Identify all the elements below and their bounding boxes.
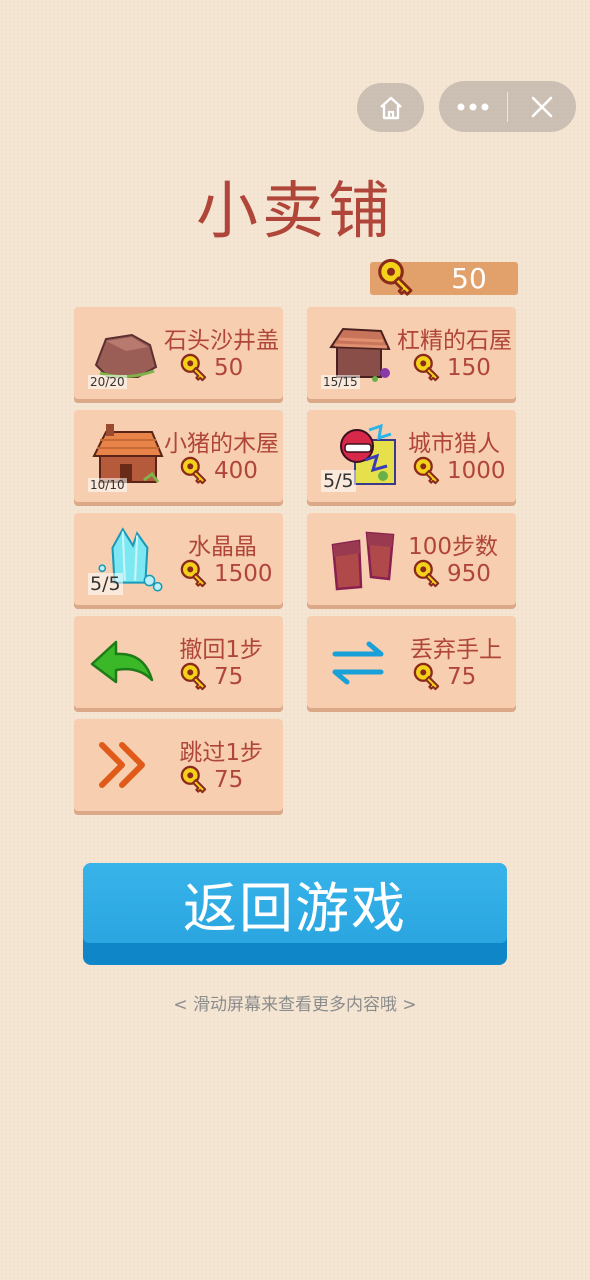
- item-price: 50: [180, 353, 243, 383]
- shop-item-100-steps[interactable]: 100步数 950: [307, 513, 516, 605]
- shop-item-stone-house[interactable]: 15/15 杠精的石屋 150: [307, 307, 516, 399]
- item-name: 城市猎人: [408, 431, 500, 457]
- item-price: 150: [413, 353, 491, 383]
- capsule-menu: [439, 81, 576, 132]
- close-icon: [531, 96, 553, 117]
- key-icon: [413, 662, 440, 691]
- item-price: 950: [413, 559, 491, 589]
- shop-item-skip[interactable]: 跳过1步 75: [74, 719, 283, 811]
- swap-arrows-icon: [332, 641, 384, 685]
- item-name: 石头沙井盖: [164, 328, 279, 354]
- item-price-value: 50: [214, 355, 244, 381]
- key-icon: [180, 765, 207, 794]
- back-to-game-label: 返回游戏: [83, 863, 507, 943]
- item-price: 75: [413, 662, 476, 692]
- item-stock: 15/15: [321, 375, 360, 389]
- item-price: 75: [180, 765, 243, 795]
- scroll-hint: < 滑动屏幕来查看更多内容哦 >: [173, 995, 417, 1015]
- key-icon: [180, 456, 207, 485]
- close-button[interactable]: [508, 81, 576, 132]
- item-name: 跳过1步: [179, 740, 263, 766]
- key-balance-value: 50: [451, 262, 487, 295]
- shop-item-undo[interactable]: 撤回1步 75: [74, 616, 283, 708]
- home-button[interactable]: [357, 83, 424, 132]
- undo-arrow-icon: [90, 640, 154, 684]
- key-icon: [378, 258, 413, 296]
- item-price-value: 75: [447, 664, 477, 690]
- footprints-icon: [331, 531, 395, 591]
- shop-item-crystal[interactable]: 5/5 水晶晶 1500: [74, 513, 283, 605]
- item-price-value: 1000: [447, 458, 506, 484]
- item-stock: 5/5: [321, 470, 356, 492]
- item-name: 杠精的石屋: [397, 328, 512, 354]
- shop-item-stone-cover[interactable]: 20/20 石头沙井盖 50: [74, 307, 283, 399]
- item-price: 75: [180, 662, 243, 692]
- key-icon: [413, 353, 440, 382]
- page-title: 小卖铺: [195, 174, 394, 247]
- item-name: 水晶晶: [188, 534, 257, 560]
- key-icon: [180, 353, 207, 382]
- item-price-value: 75: [214, 664, 244, 690]
- item-price: 1500: [180, 559, 273, 589]
- key-icon: [180, 662, 207, 691]
- item-name: 撤回1步: [179, 637, 263, 663]
- item-name: 丢弃手上: [410, 637, 502, 663]
- item-name: 小猪的木屋: [164, 431, 279, 457]
- item-price-value: 1500: [214, 561, 273, 587]
- item-price: 400: [180, 456, 258, 486]
- item-stock: 5/5: [88, 573, 123, 595]
- more-button[interactable]: [439, 81, 507, 132]
- key-icon: [413, 559, 440, 588]
- item-stock: 20/20: [88, 375, 127, 389]
- back-to-game-button[interactable]: 返回游戏: [83, 863, 507, 965]
- shop-item-wooden-house[interactable]: 10/10 小猪的木屋 400: [74, 410, 283, 502]
- item-stock: 10/10: [88, 478, 127, 492]
- item-price-value: 400: [214, 458, 258, 484]
- home-icon: [379, 96, 402, 119]
- key-icon: [413, 456, 440, 485]
- more-dots-icon: [457, 103, 489, 110]
- shop-item-discard[interactable]: 丢弃手上 75: [307, 616, 516, 708]
- item-price-value: 75: [214, 767, 244, 793]
- key-balance: 50: [370, 258, 518, 296]
- key-icon: [180, 559, 207, 588]
- item-price: 1000: [413, 456, 506, 486]
- item-price-value: 950: [447, 561, 491, 587]
- item-name: 100步数: [408, 534, 498, 560]
- item-price-value: 150: [447, 355, 491, 381]
- double-chevron-icon: [99, 742, 145, 788]
- shop-item-city-hunter[interactable]: 5/5 城市猎人 1000: [307, 410, 516, 502]
